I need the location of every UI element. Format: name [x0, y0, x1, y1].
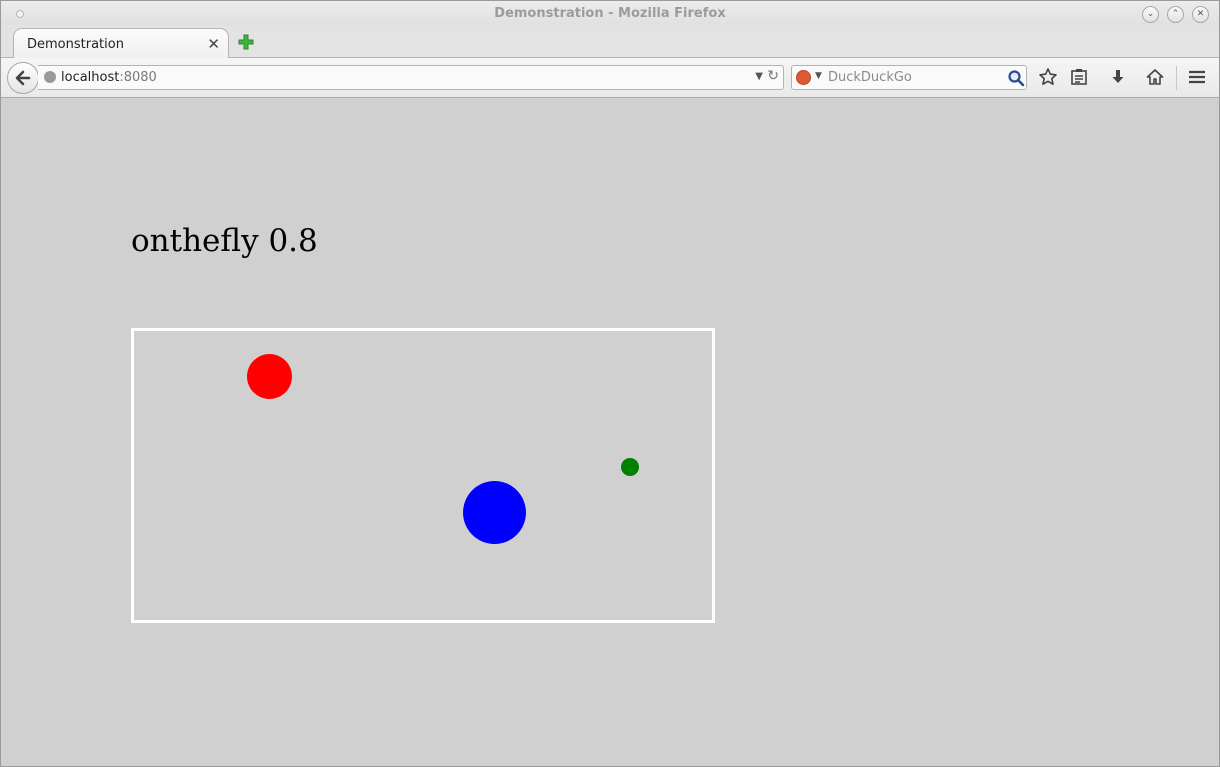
tab-bar: Demonstration ✕	[1, 25, 1219, 58]
home-icon[interactable]	[1145, 67, 1165, 87]
download-icon[interactable]	[1108, 67, 1128, 87]
search-input[interactable]	[828, 68, 998, 86]
globe-icon	[44, 71, 56, 83]
window-title: Demonstration - Mozilla Firefox	[494, 6, 726, 21]
back-arrow-icon	[15, 70, 31, 86]
close-window-button[interactable]: ✕	[1192, 6, 1209, 23]
page-content: onthefly 0.8	[1, 98, 1219, 766]
close-icon[interactable]: ✕	[207, 35, 220, 53]
reading-list-icon[interactable]	[1069, 67, 1089, 87]
search-bar: ▼	[791, 65, 1027, 90]
search-icon[interactable]	[1007, 69, 1025, 87]
url-host: localhost	[61, 70, 120, 85]
red-ball	[247, 354, 292, 399]
green-ball	[621, 458, 639, 476]
minimize-button[interactable]: ⌄	[1142, 6, 1159, 23]
title-bar: Demonstration - Mozilla Firefox ⌄ ⌃ ✕	[1, 1, 1219, 25]
tab-demonstration[interactable]: Demonstration ✕	[13, 28, 229, 58]
toolbar-separator	[1176, 66, 1177, 90]
animation-stage[interactable]	[131, 328, 715, 623]
back-button[interactable]	[7, 62, 39, 94]
dropdown-arrow-icon[interactable]: ▼	[755, 71, 763, 82]
maximize-button[interactable]: ⌃	[1167, 6, 1184, 23]
hamburger-menu-icon[interactable]	[1187, 67, 1207, 87]
page-heading: onthefly 0.8	[131, 223, 318, 259]
duckduckgo-icon[interactable]	[796, 70, 811, 85]
browser-window: Demonstration - Mozilla Firefox ⌄ ⌃ ✕ De…	[0, 0, 1220, 767]
url-port: :8080	[119, 70, 157, 85]
url-bar[interactable]: localhost:8080 ▼ ↻	[38, 65, 784, 90]
url-text[interactable]: localhost:8080	[61, 70, 157, 85]
engine-dropdown-icon[interactable]: ▼	[815, 71, 822, 81]
new-tab-icon[interactable]	[237, 33, 255, 51]
navigation-bar: localhost:8080 ▼ ↻ ▼	[1, 58, 1219, 98]
star-icon[interactable]	[1038, 67, 1058, 87]
reload-icon[interactable]: ↻	[767, 68, 779, 84]
tab-label: Demonstration	[27, 37, 124, 52]
blue-ball	[463, 481, 526, 544]
